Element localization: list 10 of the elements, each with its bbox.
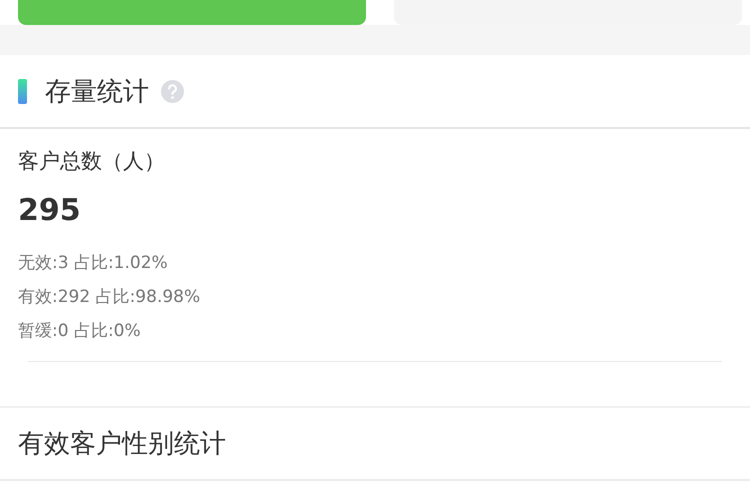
section-title: 有效客户性别统计	[18, 428, 227, 461]
total-label: 客户总数（人）	[18, 148, 166, 175]
stat-line: 有效:292 占比:98.98%	[18, 286, 202, 309]
help-icon[interactable]	[161, 80, 184, 102]
total-value: 295	[18, 193, 82, 230]
accent-bar	[18, 78, 27, 104]
trend-tab[interactable]	[18, 0, 366, 25]
stat-line: 无效:3 占比:1.02%	[18, 252, 169, 275]
section-title: 存量统计	[45, 76, 149, 108]
stat-line: 暂缓:0 占比:0%	[18, 320, 142, 343]
